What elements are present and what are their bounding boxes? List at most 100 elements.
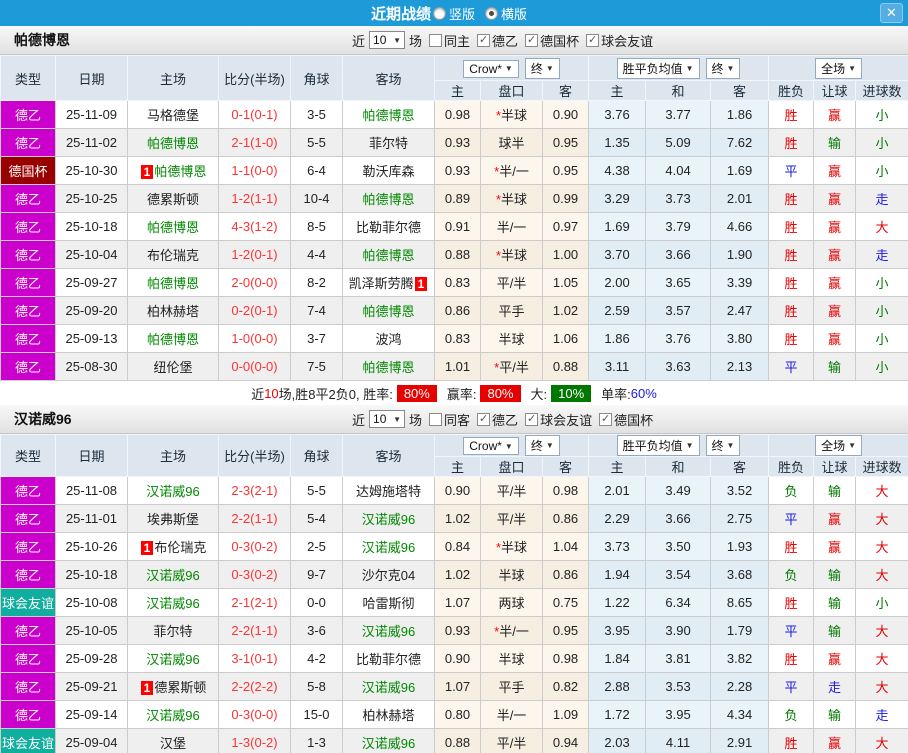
- scope-select[interactable]: 全场 ▼: [815, 435, 863, 456]
- asia-final-select[interactable]: 终 ▼: [524, 57, 560, 79]
- away-team-name: 哈雷斯彻: [362, 596, 415, 611]
- filter-checkbox[interactable]: 同客: [429, 410, 470, 429]
- home-team-name: 布伦瑞克: [146, 248, 199, 263]
- asia-home-odds: 0.89: [434, 184, 481, 213]
- europe-draw-odds: 3.49: [645, 476, 712, 505]
- away-team-name: 帕德博恩: [362, 360, 415, 375]
- away-team-name: 汉诺威96: [361, 624, 416, 639]
- score-cell: 2-2(1-1): [218, 504, 291, 533]
- asia-final-select[interactable]: 终 ▼: [524, 435, 560, 456]
- layout-radio-label[interactable]: 竖版: [449, 4, 475, 23]
- filter-checkbox[interactable]: ✓ 球会友谊: [525, 410, 592, 429]
- chevron-down-icon: ▼: [504, 64, 513, 73]
- europe-home-odds: 3.73: [588, 532, 647, 561]
- goals-result: 小: [855, 296, 908, 325]
- match-count-select[interactable]: 10 ▼: [369, 410, 406, 428]
- date-cell: 25-11-01: [55, 504, 128, 533]
- asia-away-odds: 0.75: [541, 588, 590, 617]
- match-row: 德乙 25-09-28 汉诺威96 3-1(0-1) 4-2 比勒菲尔德 0.90 半球 0.9…: [0, 644, 908, 673]
- asia-odds-header: Crow* ▼ 终 ▼: [433, 55, 590, 81]
- col-header: 客场: [342, 434, 435, 477]
- league-type-cell: 德乙: [0, 352, 56, 381]
- match-count-select[interactable]: 10 ▼: [369, 31, 406, 49]
- goals-result: 走: [855, 700, 908, 729]
- filter-checkbox[interactable]: ✓ 德国杯: [599, 410, 653, 429]
- score-cell: 0-1(0-1): [218, 100, 291, 129]
- match-row: 德乙 25-09-21 1 德累斯顿 2-2(2-2) 5-8 汉诺威96 1.07 平手 0.8…: [0, 672, 908, 701]
- asia-away-odds: 0.82: [541, 672, 590, 701]
- europe-draw-odds: 3.57: [645, 296, 712, 325]
- handicap-rate-label: 赢率:: [446, 386, 477, 402]
- home-team-cell: 汉诺威96: [127, 700, 219, 729]
- home-team-name: 帕德博恩: [146, 332, 199, 347]
- col-header: 日期: [55, 434, 128, 477]
- handicap-result: 输: [813, 616, 857, 645]
- europe-draw-odds: 4.11: [645, 728, 712, 753]
- filter-checkbox[interactable]: ✓ 球会友谊: [586, 31, 653, 50]
- score-cell: 4-3(1-2): [218, 212, 291, 241]
- sub-col-header: 主: [434, 80, 481, 101]
- match-row: 德乙 25-10-05 菲尔特 2-2(1-1) 3-6 汉诺威96 0.93 *半/一 0.9…: [0, 616, 908, 645]
- corners-cell: 5-5: [290, 476, 343, 505]
- score-cell: 1-1(0-0): [218, 156, 291, 185]
- filter-checkbox[interactable]: 同主: [429, 31, 470, 50]
- wdl-result: 负: [768, 560, 815, 589]
- score-cell: 0-3(0-2): [218, 532, 291, 561]
- europe-home-odds: 3.11: [588, 352, 647, 381]
- close-button[interactable]: ✕: [880, 3, 903, 23]
- europe-home-odds: 2.88: [588, 672, 647, 701]
- handicap-cell: 半/一: [480, 212, 543, 241]
- goals-result: 小: [855, 268, 908, 297]
- big-rate-label: 大:: [530, 386, 548, 402]
- corners-cell: 3-6: [290, 616, 343, 645]
- wdl-result: 胜: [768, 324, 815, 353]
- europe-final-select[interactable]: 终 ▼: [705, 435, 741, 456]
- corners-cell: 5-4: [290, 504, 343, 533]
- bookmaker-select[interactable]: Crow* ▼: [463, 437, 519, 455]
- wdl-result: 胜: [768, 268, 815, 297]
- home-team-cell: 汉诺威96: [127, 476, 219, 505]
- europe-home-odds: 1.72: [588, 700, 647, 729]
- europe-final-select[interactable]: 终 ▼: [705, 57, 741, 79]
- goals-result: 大: [855, 532, 908, 561]
- asia-home-odds: 1.02: [434, 560, 481, 589]
- checkbox-label: 球会友谊: [601, 33, 654, 49]
- handicap-cell: *半球: [480, 532, 543, 561]
- league-type-cell: 德乙: [0, 700, 56, 729]
- europe-away-odds: 2.91: [710, 728, 770, 753]
- layout-radio-0[interactable]: [432, 6, 446, 20]
- away-team-cell: 达姆施塔特: [342, 476, 435, 505]
- europe-draw-odds: 3.63: [645, 352, 712, 381]
- europe-odds-select[interactable]: 胜平负均值 ▼: [616, 57, 700, 79]
- home-team-name: 汉诺威96: [146, 596, 200, 611]
- asia-away-odds: 0.94: [541, 728, 590, 753]
- layout-radio-1-selected[interactable]: [485, 6, 498, 20]
- goals-result: 大: [855, 504, 908, 533]
- wdl-result: 胜: [768, 296, 815, 325]
- score-cell: 1-3(0-2): [218, 728, 291, 753]
- score-cell: 2-1(1-0): [218, 128, 291, 157]
- handicap-cell: *半/一: [480, 616, 543, 645]
- europe-draw-odds: 3.81: [645, 644, 712, 673]
- checkbox-checked-icon: ✓: [477, 412, 491, 426]
- europe-odds-select[interactable]: 胜平负均值 ▼: [616, 435, 700, 456]
- summary-count: 10: [264, 385, 279, 401]
- europe-home-odds: 1.35: [588, 128, 647, 157]
- filter-checkbox[interactable]: ✓ 德乙: [477, 31, 518, 50]
- asia-home-odds: 0.83: [434, 324, 481, 353]
- handicap-cell: 平/半: [480, 504, 543, 533]
- home-team-name: 帕德博恩: [146, 136, 199, 151]
- asia-home-odds: 0.80: [434, 700, 481, 729]
- goals-result: 大: [855, 672, 908, 701]
- scope-select[interactable]: 全场 ▼: [815, 57, 863, 79]
- handicap-result: 赢: [813, 504, 857, 533]
- bookmaker-select[interactable]: Crow* ▼: [463, 59, 519, 78]
- filter-checkbox[interactable]: ✓ 德国杯: [525, 31, 579, 50]
- checkbox-label: 德乙: [492, 33, 519, 49]
- layout-radio-label[interactable]: 横版: [501, 4, 527, 23]
- filter-checkbox[interactable]: ✓ 德乙: [477, 410, 518, 429]
- score-cell: 3-1(0-1): [218, 644, 291, 673]
- col-header: 主场: [127, 55, 219, 101]
- corners-cell: 4-4: [290, 240, 343, 269]
- away-team-cell: 汉诺威96: [342, 532, 435, 561]
